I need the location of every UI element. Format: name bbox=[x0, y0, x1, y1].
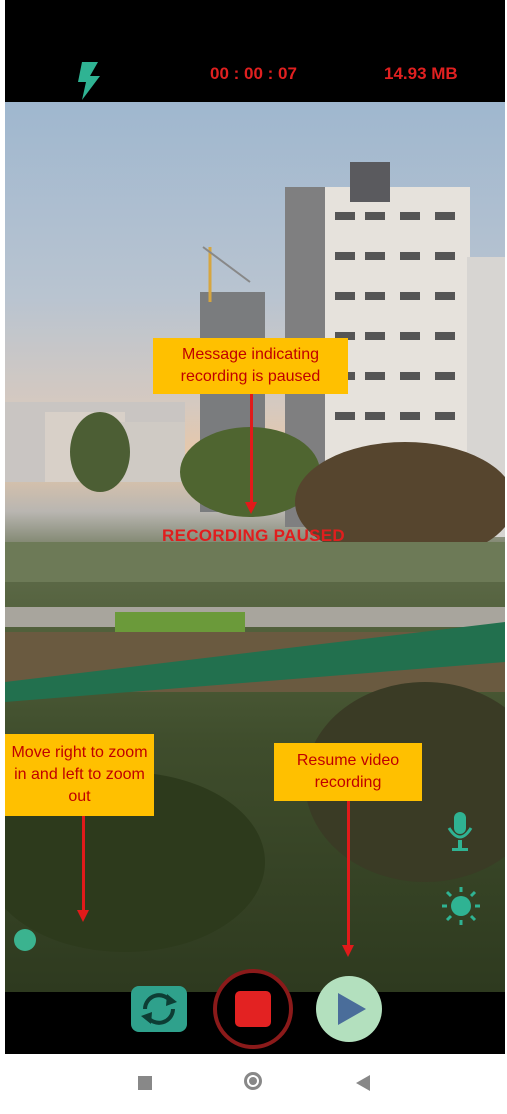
recording-timer: 00 : 00 : 07 bbox=[210, 64, 297, 83]
recording-paused-label: RECORDING PAUSED bbox=[162, 526, 346, 545]
scene-illustration bbox=[5, 162, 505, 952]
resume-callout: Resume video recording bbox=[274, 743, 422, 801]
home-button[interactable] bbox=[244, 1072, 262, 1090]
zoom-callout-arrowhead bbox=[77, 910, 89, 922]
microphone-icon[interactable] bbox=[447, 812, 473, 852]
zoom-callout-arrow bbox=[82, 816, 85, 912]
play-icon bbox=[338, 993, 366, 1025]
flip-camera-button[interactable] bbox=[131, 986, 187, 1032]
zoom-slider-handle[interactable] bbox=[14, 929, 36, 951]
resume-callout-arrow bbox=[347, 801, 350, 947]
stop-recording-button[interactable] bbox=[213, 969, 293, 1049]
resume-recording-button[interactable] bbox=[316, 976, 382, 1042]
back-button[interactable] bbox=[356, 1075, 370, 1091]
resume-callout-arrowhead bbox=[342, 945, 354, 957]
zoom-callout: Move right to zoom in and left to zoom o… bbox=[5, 734, 154, 816]
paused-callout-arrowhead bbox=[245, 502, 257, 514]
file-size: 14.93 MB bbox=[384, 64, 458, 83]
paused-callout-arrow bbox=[250, 394, 253, 504]
stop-icon bbox=[235, 991, 271, 1027]
camera-preview[interactable]: Message indicating recording is paused M… bbox=[5, 102, 505, 992]
paused-callout: Message indicating recording is paused bbox=[153, 338, 348, 394]
brightness-icon[interactable] bbox=[442, 887, 480, 925]
camera-flip-icon bbox=[141, 993, 177, 1025]
flash-icon[interactable] bbox=[76, 62, 100, 100]
recents-button[interactable] bbox=[138, 1076, 152, 1090]
